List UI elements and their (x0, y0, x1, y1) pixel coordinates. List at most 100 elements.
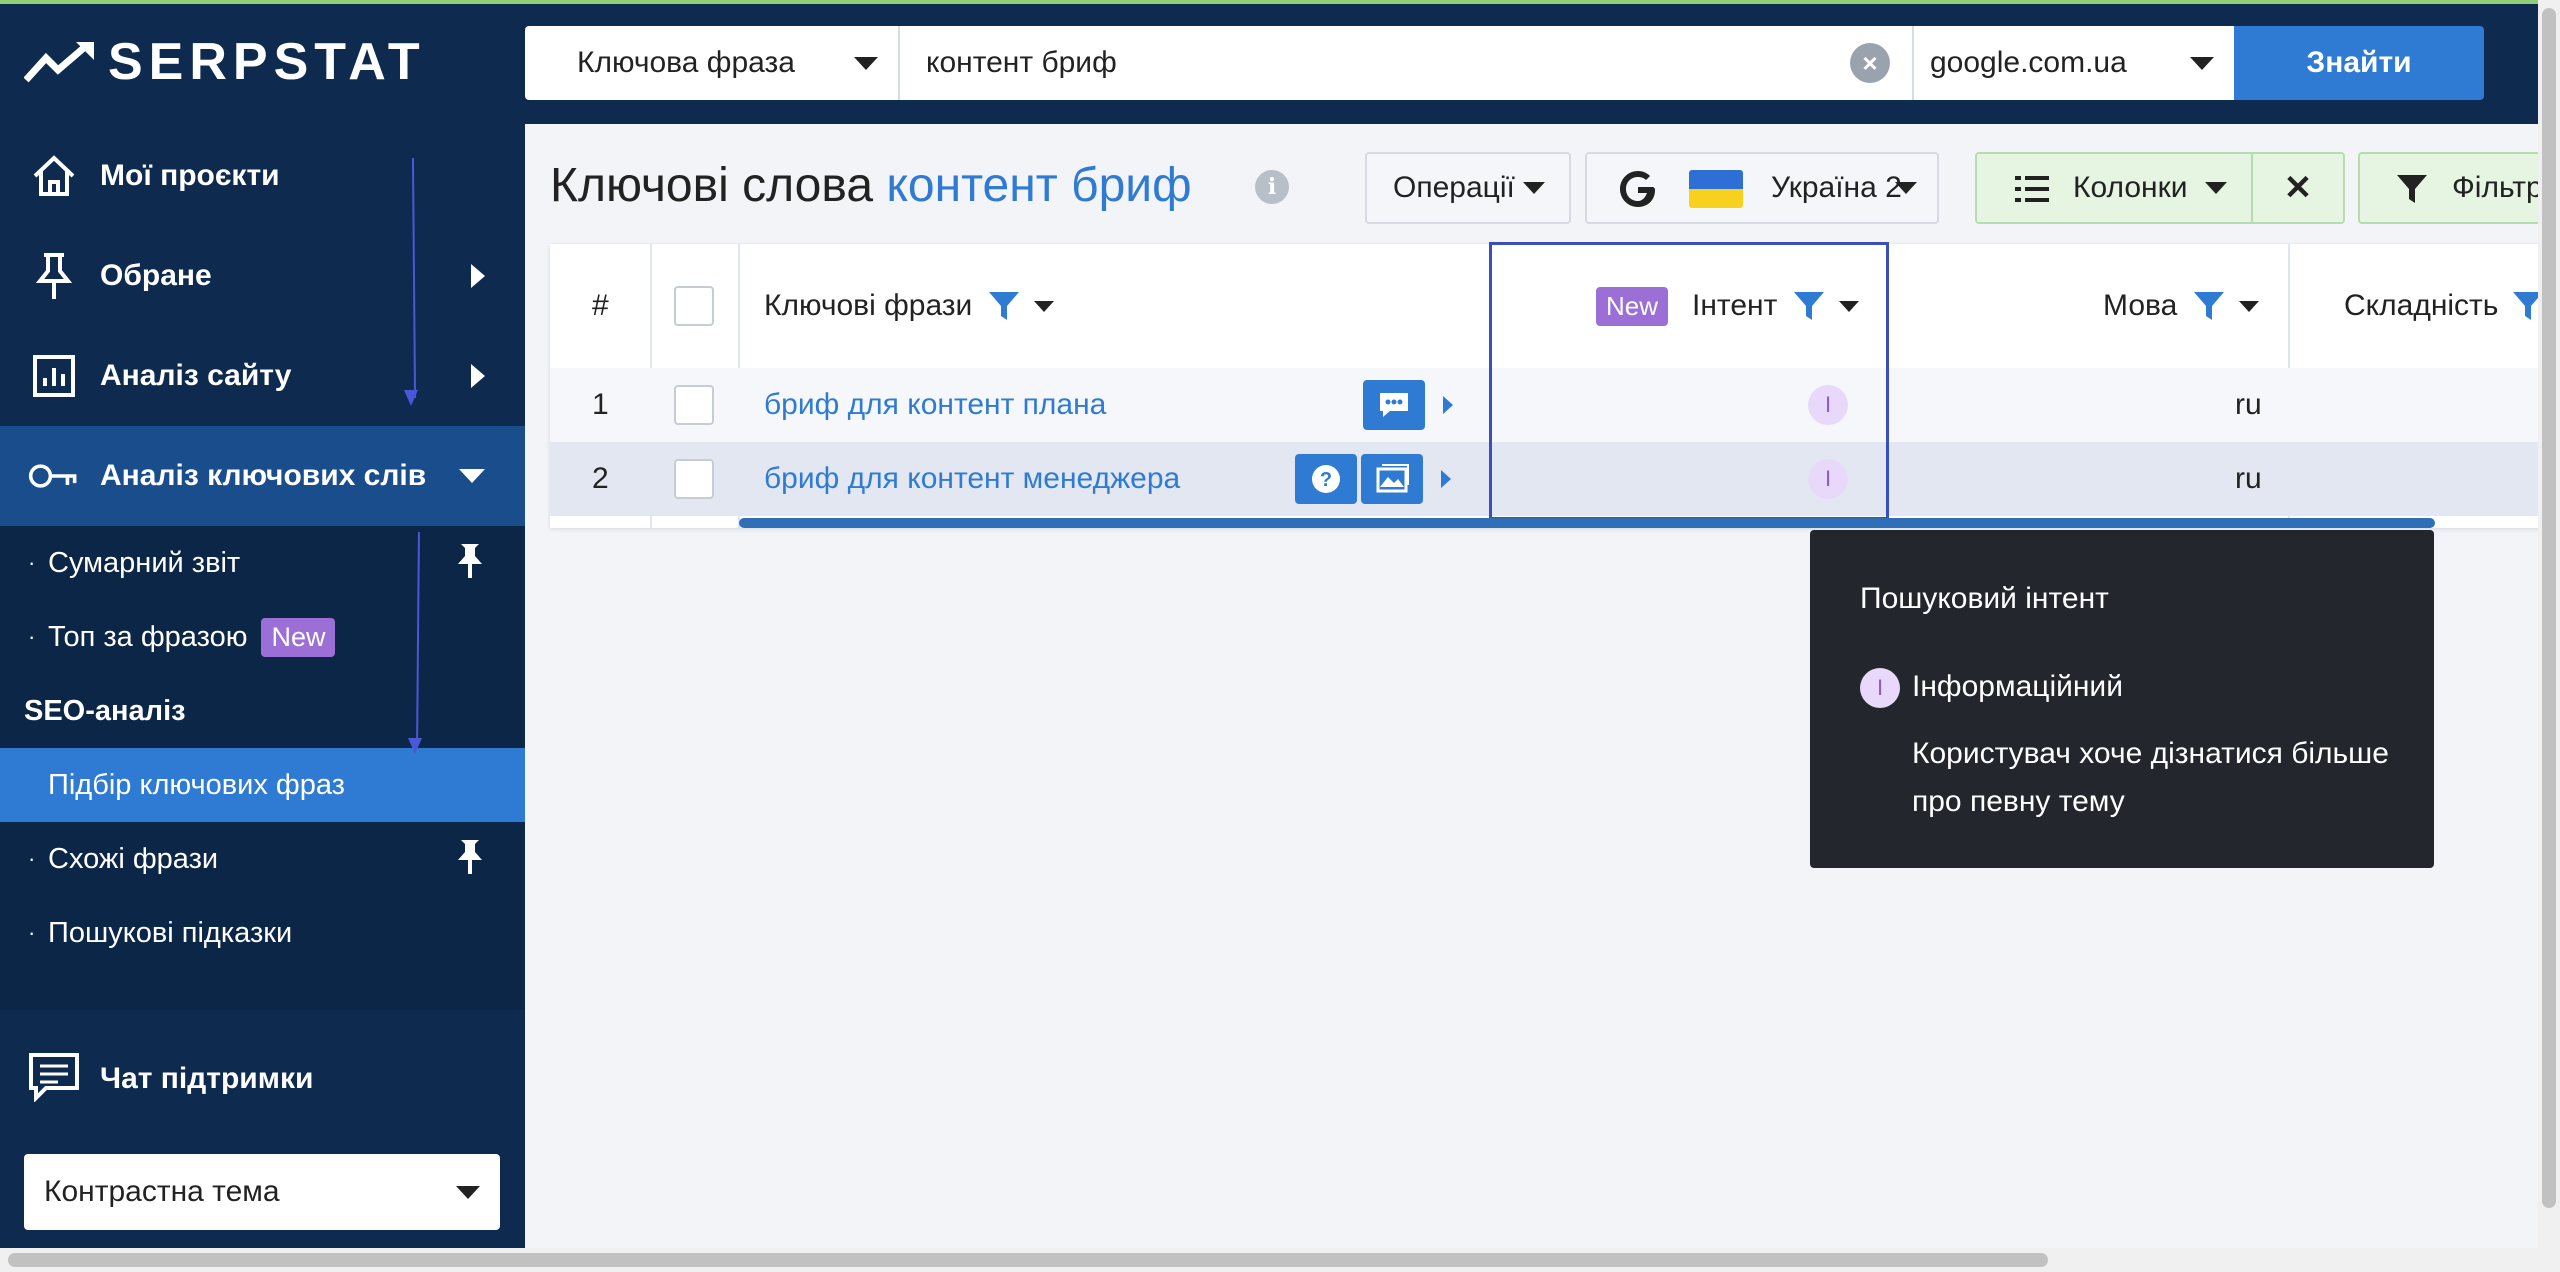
vertical-scrollbar[interactable] (2538, 0, 2560, 1248)
chevron-down-icon (459, 469, 485, 483)
question-icon[interactable]: ? (1295, 454, 1357, 504)
sidebar-item-my-projects[interactable]: Мої проєкти (0, 126, 525, 226)
header-language-label: Мова (2103, 289, 2178, 322)
expand-icon[interactable] (1443, 396, 1453, 414)
chevron-right-icon (471, 364, 485, 388)
filter-icon[interactable] (2193, 291, 2225, 321)
filter-label: Фільтр (2452, 171, 2543, 204)
chevron-down-icon[interactable] (2239, 300, 2260, 312)
pin-icon[interactable] (455, 542, 485, 585)
columns-button[interactable]: Колонки (1975, 152, 2253, 224)
page-title-keyword: контент бриф (886, 159, 1192, 212)
submenu-section-label: SEO-аналіз (24, 694, 186, 727)
logo-icon (24, 42, 94, 83)
submenu-item-similar-phrases[interactable]: · Схожі фрази (0, 822, 525, 896)
bullet-icon: · (28, 920, 36, 945)
operations-button[interactable]: Операції (1365, 152, 1571, 224)
expand-icon[interactable] (1441, 470, 1451, 488)
submenu-label: Сумарний звіт (48, 546, 241, 579)
columns-label: Колонки (2073, 171, 2188, 204)
row-checkbox[interactable] (674, 385, 714, 425)
clear-icon[interactable]: × (1850, 43, 1890, 83)
bullet-icon: · (28, 624, 36, 649)
row-checkbox[interactable] (674, 459, 714, 499)
pin-icon[interactable] (455, 838, 485, 881)
new-badge: New (261, 617, 336, 657)
reset-columns-button[interactable]: ✕ (2251, 152, 2345, 224)
search-type-value: Ключова фраза (577, 46, 795, 79)
select-all-checkbox[interactable] (674, 286, 714, 326)
chevron-down-icon[interactable] (1034, 300, 1055, 312)
sidebar-item-site-analysis[interactable]: Аналіз сайту (0, 326, 525, 426)
header-difficulty[interactable]: Складність (2344, 244, 2544, 368)
keyword-link[interactable]: бриф для контент менеджера (764, 442, 1180, 516)
filter-icon[interactable] (988, 291, 1020, 321)
logo-text: SERPSTAT (108, 33, 426, 91)
header-keywords[interactable]: Ключові фрази (764, 244, 1055, 368)
columns-icon (2015, 174, 2049, 212)
submenu-section-seo: SEO-аналіз (0, 674, 525, 748)
chevron-down-icon (456, 1185, 480, 1199)
sidebar-item-favorites[interactable]: Обране (0, 226, 525, 326)
scrollbar-thumb[interactable] (8, 1253, 2048, 1267)
row-num: 2 (592, 462, 609, 495)
database-select[interactable]: google.com.ua (1912, 26, 2234, 100)
chevron-down-icon (2190, 56, 2214, 70)
tooltip-description: Користувач хоче дізнатися більше про пев… (1912, 737, 2389, 818)
filter-button[interactable]: Фільтр (2358, 152, 2543, 224)
logo[interactable]: SERPSTAT (24, 32, 426, 92)
tooltip-intent-name: Інформаційний (1912, 670, 2123, 703)
sidebar-item-keyword-analysis[interactable]: Аналіз ключових слів (0, 426, 525, 526)
ukraine-flag-icon (1689, 170, 1743, 208)
annotation-arrow-head (404, 390, 418, 406)
filter-icon (2396, 174, 2428, 212)
submenu-item-top-by-phrase[interactable]: · Топ за фразою New (0, 600, 525, 674)
database-value: google.com.ua (1930, 46, 2127, 79)
keyword-link[interactable]: бриф для контент плана (764, 368, 1106, 442)
intent-tooltip: Пошуковий інтент I Інформаційний Користу… (1810, 530, 2434, 868)
chevron-down-icon (1895, 182, 1917, 194)
header-language[interactable]: Мова (2103, 244, 2260, 368)
submenu-label: Підбір ключових фраз (48, 768, 345, 801)
pin-icon (28, 250, 80, 302)
google-icon (1617, 168, 1659, 218)
home-icon (28, 150, 80, 202)
find-button[interactable]: Знайти (2234, 26, 2484, 100)
search-type-select[interactable]: Ключова фраза (525, 26, 900, 100)
chat-icon (28, 1052, 80, 1107)
submenu-item-keyword-selection[interactable]: Підбір ключових фраз (0, 748, 525, 822)
sidebar-item-label: Мої проєкти (100, 159, 280, 192)
region-label: Україна 2 (1771, 171, 1902, 204)
submenu-item-search-suggestions[interactable]: · Пошукові підказки (0, 896, 525, 970)
chart-icon (28, 350, 80, 402)
page-title-prefix: Ключові слова (550, 159, 874, 212)
support-chat-label: Чат підтримки (100, 1062, 314, 1095)
row-num: 1 (592, 388, 609, 421)
page-title: Ключові слова контент бриф (550, 158, 1192, 213)
sidebar-item-label: Аналіз ключових слів (100, 459, 427, 492)
image-results-icon[interactable] (1361, 454, 1423, 504)
submenu-label: Пошукові підказки (48, 916, 293, 949)
sidebar-submenu: · Сумарний звіт · Топ за фразою New SEO-а… (0, 526, 525, 1010)
search-input[interactable]: контент бриф × (900, 26, 1912, 100)
comments-icon[interactable] (1363, 380, 1425, 430)
submenu-label: Схожі фрази (48, 842, 219, 875)
key-icon (28, 450, 80, 502)
intent-column-highlight (1489, 242, 1889, 520)
region-select[interactable]: Україна 2 (1585, 152, 1939, 224)
theme-select[interactable]: Контрастна тема (24, 1154, 500, 1230)
submenu-item-summary[interactable]: · Сумарний звіт (0, 526, 525, 600)
info-icon[interactable]: i (1255, 170, 1289, 204)
search-bar: Ключова фраза контент бриф × google.com.… (525, 26, 2484, 100)
horizontal-scrollbar[interactable] (0, 1248, 2560, 1272)
sidebar: SERPSTAT Мої проєкти Обране Аналіз сайту… (0, 4, 525, 1248)
header-num: # (592, 289, 609, 322)
search-input-value: контент бриф (926, 46, 1117, 79)
scrollbar-thumb[interactable] (2542, 8, 2556, 1208)
support-chat[interactable]: Чат підтримки (0, 1034, 525, 1124)
bullet-icon: · (28, 550, 36, 575)
annotation-arrow-head (408, 738, 422, 754)
sidebar-item-label: Аналіз сайту (100, 359, 292, 392)
table-horizontal-scrollbar[interactable] (739, 518, 2435, 528)
bullet-icon: · (28, 846, 36, 871)
